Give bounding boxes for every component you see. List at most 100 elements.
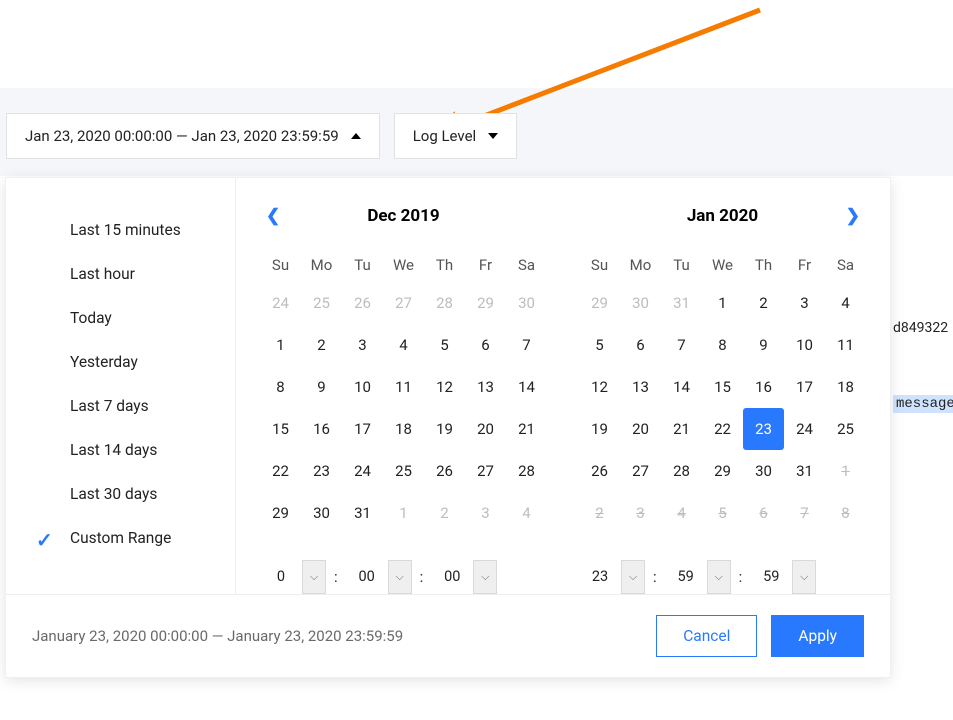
calendar-day[interactable]: 14 — [506, 366, 547, 408]
calendar-day[interactable]: 17 — [342, 408, 383, 450]
calendar-day[interactable]: 4 — [825, 282, 866, 324]
calendar-day[interactable]: 3 — [342, 324, 383, 366]
calendar-day[interactable]: 27 — [465, 450, 506, 492]
weekday-header: Su — [260, 248, 301, 282]
calendar-day[interactable]: 16 — [301, 408, 342, 450]
calendar-day[interactable]: 17 — [784, 366, 825, 408]
end-h-value: 23 — [579, 560, 621, 594]
calendar-day[interactable]: 23 — [743, 408, 784, 450]
calendar-day[interactable]: 31 — [342, 492, 383, 534]
chevron-down-icon[interactable]: ⌵ — [388, 560, 412, 594]
calendar-day[interactable]: 18 — [383, 408, 424, 450]
calendar-day[interactable]: 11 — [383, 366, 424, 408]
calendar-day[interactable]: 15 — [260, 408, 301, 450]
calendar-day[interactable]: 15 — [702, 366, 743, 408]
calendar-left-title: Dec 2019 — [367, 206, 439, 226]
apply-button[interactable]: Apply — [771, 615, 864, 657]
calendar-day[interactable]: 28 — [506, 450, 547, 492]
chevron-down-icon[interactable]: ⌵ — [792, 560, 816, 594]
date-range-popover: Last 15 minutesLast hourTodayYesterdayLa… — [6, 178, 890, 677]
next-month-button[interactable]: ❯ — [846, 206, 860, 226]
start-m-input[interactable]: 00⌵ — [346, 560, 412, 594]
calendar-day[interactable]: 10 — [784, 324, 825, 366]
calendar-day[interactable]: 26 — [424, 450, 465, 492]
calendar-day[interactable]: 19 — [579, 408, 620, 450]
preset-item[interactable]: Last 7 days — [6, 384, 235, 428]
calendar-day[interactable]: 31 — [784, 450, 825, 492]
chevron-down-icon[interactable]: ⌵ — [707, 560, 731, 594]
calendar-day[interactable]: 5 — [424, 324, 465, 366]
calendar-day[interactable]: 20 — [465, 408, 506, 450]
calendar-day[interactable]: 10 — [342, 366, 383, 408]
calendar-day[interactable]: 16 — [743, 366, 784, 408]
cancel-button[interactable]: Cancel — [656, 615, 757, 657]
preset-item[interactable]: Last 15 minutes — [6, 208, 235, 252]
calendar-day[interactable]: 25 — [383, 450, 424, 492]
weekday-header: Sa — [506, 248, 547, 282]
calendar-day[interactable]: 1 — [702, 282, 743, 324]
calendar-day[interactable]: 28 — [661, 450, 702, 492]
log-level-dropdown[interactable]: Log Level — [394, 113, 518, 159]
preset-item[interactable]: Last 30 days — [6, 472, 235, 516]
weekday-header: Tu — [342, 248, 383, 282]
calendar-day[interactable]: 6 — [620, 324, 661, 366]
calendar-day[interactable]: 2 — [743, 282, 784, 324]
calendar-day[interactable]: 26 — [579, 450, 620, 492]
calendar-day[interactable]: 23 — [301, 450, 342, 492]
calendar-day[interactable]: 9 — [743, 324, 784, 366]
calendar-day[interactable]: 24 — [342, 450, 383, 492]
calendar-day[interactable]: 24 — [784, 408, 825, 450]
calendar-day[interactable]: 12 — [424, 366, 465, 408]
chevron-down-icon[interactable]: ⌵ — [302, 560, 326, 594]
calendar-day[interactable]: 5 — [579, 324, 620, 366]
preset-item[interactable]: Yesterday — [6, 340, 235, 384]
preset-item[interactable]: ✓Custom Range — [6, 516, 235, 560]
calendar-day[interactable]: 2 — [301, 324, 342, 366]
calendar-day[interactable]: 29 — [260, 492, 301, 534]
calendar-day[interactable]: 3 — [784, 282, 825, 324]
preset-item[interactable]: Last hour — [6, 252, 235, 296]
calendar-day[interactable]: 4 — [383, 324, 424, 366]
calendar-day[interactable]: 22 — [260, 450, 301, 492]
calendar-day[interactable]: 8 — [260, 366, 301, 408]
prev-month-button[interactable]: ❮ — [266, 206, 280, 226]
end-s-input[interactable]: 59⌵ — [750, 560, 816, 594]
calendar-day[interactable]: 27 — [620, 450, 661, 492]
start-s-input[interactable]: 00⌵ — [431, 560, 497, 594]
calendar-day[interactable]: 30 — [743, 450, 784, 492]
calendar-day[interactable]: 11 — [825, 324, 866, 366]
calendar-day[interactable]: 14 — [661, 366, 702, 408]
preset-item[interactable]: Today — [6, 296, 235, 340]
calendar-day[interactable]: 1 — [260, 324, 301, 366]
chevron-down-icon[interactable]: ⌵ — [473, 560, 497, 594]
calendar-day[interactable]: 30 — [301, 492, 342, 534]
end-h-input[interactable]: 23⌵ — [579, 560, 645, 594]
calendar-day[interactable]: 7 — [661, 324, 702, 366]
calendar-day[interactable]: 29 — [702, 450, 743, 492]
calendar-day[interactable]: 9 — [301, 366, 342, 408]
calendar-day[interactable]: 13 — [465, 366, 506, 408]
calendar-day[interactable]: 25 — [825, 408, 866, 450]
calendar-day[interactable]: 22 — [702, 408, 743, 450]
calendar-day: 25 — [301, 282, 342, 324]
date-range-dropdown[interactable]: Jan 23, 2020 00:00:00 — Jan 23, 2020 23:… — [6, 113, 380, 159]
preset-item[interactable]: Last 14 days — [6, 428, 235, 472]
calendar-day: 3 — [620, 492, 661, 534]
calendar-day[interactable]: 19 — [424, 408, 465, 450]
calendar-day[interactable]: 21 — [506, 408, 547, 450]
calendar-day[interactable]: 6 — [465, 324, 506, 366]
calendar-day[interactable]: 13 — [620, 366, 661, 408]
calendar-day[interactable]: 7 — [506, 324, 547, 366]
calendar-day[interactable]: 21 — [661, 408, 702, 450]
calendar-day: 30 — [620, 282, 661, 324]
end-m-input[interactable]: 59⌵ — [665, 560, 731, 594]
start-h-input[interactable]: 0⌵ — [260, 560, 326, 594]
calendar-day[interactable]: 20 — [620, 408, 661, 450]
end-m-value: 59 — [665, 560, 707, 594]
calendar-day: 29 — [579, 282, 620, 324]
chevron-down-icon[interactable]: ⌵ — [621, 560, 645, 594]
calendar-day[interactable]: 8 — [702, 324, 743, 366]
calendar-day[interactable]: 12 — [579, 366, 620, 408]
calendar-day[interactable]: 18 — [825, 366, 866, 408]
start-m-value: 00 — [346, 560, 388, 594]
